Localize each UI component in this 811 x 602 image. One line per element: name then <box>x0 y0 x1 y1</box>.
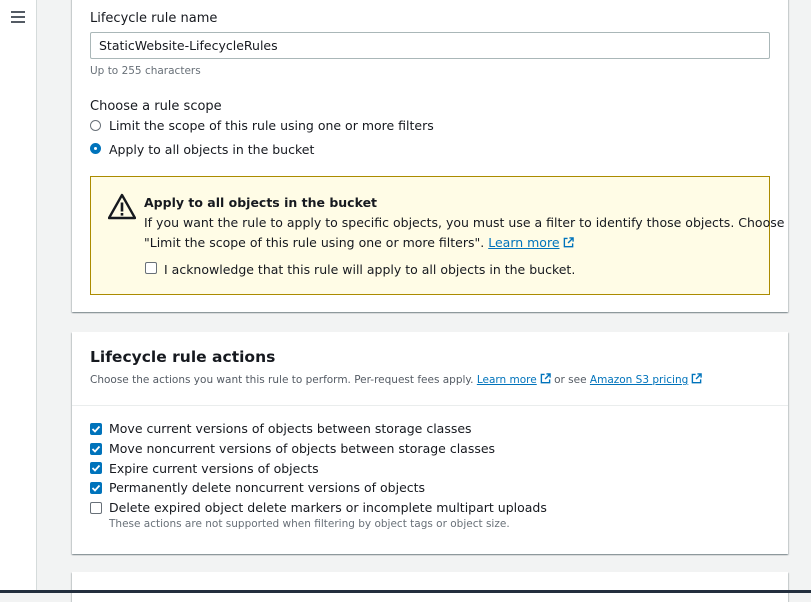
action-move-current-checkbox[interactable] <box>90 423 102 435</box>
rule-name-label: Lifecycle rule name <box>90 11 218 26</box>
scope-filter-radio[interactable] <box>90 120 101 131</box>
action-move-noncurrent-label[interactable]: Move noncurrent versions of objects betw… <box>109 441 495 456</box>
menu-icon[interactable] <box>11 10 25 24</box>
action-move-noncurrent-checkbox[interactable] <box>90 443 102 455</box>
external-link-icon <box>691 373 703 384</box>
alert-text-line2-content: "Limit the scope of this rule using one … <box>144 235 485 250</box>
alert-text-line2: "Limit the scope of this rule using one … <box>144 235 574 250</box>
scope-all-objects-label[interactable]: Apply to all objects in the bucket <box>109 142 314 157</box>
warning-icon <box>108 193 136 220</box>
rule-name-input[interactable]: StaticWebsite-LifecycleRules <box>90 32 770 59</box>
action-delete-noncurrent-label[interactable]: Permanently delete noncurrent versions o… <box>109 480 425 495</box>
action-expire-current-label[interactable]: Expire current versions of objects <box>109 461 319 476</box>
alert-title: Apply to all objects in the bucket <box>144 195 378 210</box>
alert-learn-more-link[interactable]: Learn more <box>488 235 559 250</box>
next-panel <box>72 572 788 602</box>
actions-description: Choose the actions you want this rule to… <box>90 373 703 386</box>
external-link-icon <box>563 237 574 248</box>
acknowledge-label[interactable]: I acknowledge that this rule will apply … <box>164 262 575 277</box>
action-delete-markers-checkbox[interactable] <box>90 502 102 514</box>
side-navigation-bar <box>0 0 37 590</box>
external-link-icon <box>540 373 551 384</box>
action-move-current-label[interactable]: Move current versions of objects between… <box>109 421 472 436</box>
actions-description-text: Choose the actions you want this rule to… <box>90 374 474 386</box>
action-delete-noncurrent-checkbox[interactable] <box>90 482 102 494</box>
action-delete-markers-label[interactable]: Delete expired object delete markers or … <box>109 500 547 515</box>
action-expire-current-checkbox[interactable] <box>90 462 102 474</box>
actions-learn-more-link[interactable]: Learn more <box>477 374 537 386</box>
scope-all-objects-radio[interactable] <box>90 143 101 154</box>
s3-pricing-link[interactable]: Amazon S3 pricing <box>590 374 688 386</box>
alert-text-line1: If you want the rule to apply to specifi… <box>144 215 785 230</box>
or-see-text: or see <box>554 374 587 386</box>
actions-title: Lifecycle rule actions <box>90 348 276 366</box>
rule-name-hint: Up to 255 characters <box>90 65 201 77</box>
action-note: These actions are not supported when fil… <box>109 518 510 530</box>
acknowledge-checkbox[interactable] <box>145 262 157 274</box>
section-divider <box>72 405 788 406</box>
scope-filter-label[interactable]: Limit the scope of this rule using one o… <box>109 118 434 133</box>
scope-label: Choose a rule scope <box>90 99 222 114</box>
